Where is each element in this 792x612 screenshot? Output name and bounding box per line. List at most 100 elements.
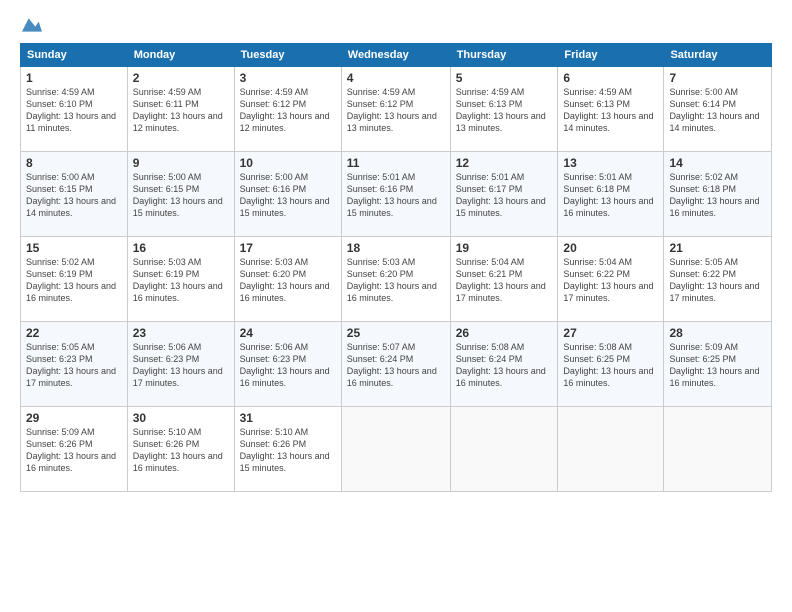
day-info: Sunrise: 5:08 AMSunset: 6:25 PMDaylight:…: [563, 342, 653, 388]
table-row: 5 Sunrise: 4:59 AMSunset: 6:13 PMDayligh…: [450, 67, 558, 152]
table-row: 8 Sunrise: 5:00 AMSunset: 6:15 PMDayligh…: [21, 152, 128, 237]
calendar-week-row: 29 Sunrise: 5:09 AMSunset: 6:26 PMDaylig…: [21, 407, 772, 492]
day-info: Sunrise: 5:07 AMSunset: 6:24 PMDaylight:…: [347, 342, 437, 388]
day-number: 7: [669, 71, 766, 85]
table-row: 11 Sunrise: 5:01 AMSunset: 6:16 PMDaylig…: [341, 152, 450, 237]
table-row: 18 Sunrise: 5:03 AMSunset: 6:20 PMDaylig…: [341, 237, 450, 322]
day-info: Sunrise: 4:59 AMSunset: 6:11 PMDaylight:…: [133, 87, 223, 133]
day-info: Sunrise: 5:06 AMSunset: 6:23 PMDaylight:…: [133, 342, 223, 388]
day-info: Sunrise: 5:00 AMSunset: 6:16 PMDaylight:…: [240, 172, 330, 218]
table-row: 22 Sunrise: 5:05 AMSunset: 6:23 PMDaylig…: [21, 322, 128, 407]
table-row: 30 Sunrise: 5:10 AMSunset: 6:26 PMDaylig…: [127, 407, 234, 492]
day-info: Sunrise: 5:03 AMSunset: 6:20 PMDaylight:…: [347, 257, 437, 303]
day-number: 28: [669, 326, 766, 340]
table-row: [341, 407, 450, 492]
table-row: 1 Sunrise: 4:59 AMSunset: 6:10 PMDayligh…: [21, 67, 128, 152]
table-row: [450, 407, 558, 492]
day-number: 11: [347, 156, 445, 170]
table-row: 16 Sunrise: 5:03 AMSunset: 6:19 PMDaylig…: [127, 237, 234, 322]
day-number: 2: [133, 71, 229, 85]
table-row: 20 Sunrise: 5:04 AMSunset: 6:22 PMDaylig…: [558, 237, 664, 322]
table-row: 15 Sunrise: 5:02 AMSunset: 6:19 PMDaylig…: [21, 237, 128, 322]
day-number: 22: [26, 326, 122, 340]
calendar-table: Sunday Monday Tuesday Wednesday Thursday…: [20, 43, 772, 492]
table-row: 14 Sunrise: 5:02 AMSunset: 6:18 PMDaylig…: [664, 152, 772, 237]
day-number: 24: [240, 326, 336, 340]
day-number: 1: [26, 71, 122, 85]
col-monday: Monday: [127, 44, 234, 67]
calendar-week-row: 1 Sunrise: 4:59 AMSunset: 6:10 PMDayligh…: [21, 67, 772, 152]
day-info: Sunrise: 5:00 AMSunset: 6:15 PMDaylight:…: [133, 172, 223, 218]
page-container: Sunday Monday Tuesday Wednesday Thursday…: [0, 0, 792, 612]
day-number: 25: [347, 326, 445, 340]
day-number: 29: [26, 411, 122, 425]
logo: [20, 15, 42, 35]
day-number: 19: [456, 241, 553, 255]
day-number: 8: [26, 156, 122, 170]
day-number: 17: [240, 241, 336, 255]
table-row: 10 Sunrise: 5:00 AMSunset: 6:16 PMDaylig…: [234, 152, 341, 237]
table-row: 3 Sunrise: 4:59 AMSunset: 6:12 PMDayligh…: [234, 67, 341, 152]
page-header: [20, 15, 772, 35]
day-number: 4: [347, 71, 445, 85]
day-number: 30: [133, 411, 229, 425]
table-row: 31 Sunrise: 5:10 AMSunset: 6:26 PMDaylig…: [234, 407, 341, 492]
day-info: Sunrise: 5:05 AMSunset: 6:23 PMDaylight:…: [26, 342, 116, 388]
table-row: 13 Sunrise: 5:01 AMSunset: 6:18 PMDaylig…: [558, 152, 664, 237]
table-row: 25 Sunrise: 5:07 AMSunset: 6:24 PMDaylig…: [341, 322, 450, 407]
calendar-week-row: 22 Sunrise: 5:05 AMSunset: 6:23 PMDaylig…: [21, 322, 772, 407]
day-info: Sunrise: 5:08 AMSunset: 6:24 PMDaylight:…: [456, 342, 546, 388]
day-info: Sunrise: 5:00 AMSunset: 6:15 PMDaylight:…: [26, 172, 116, 218]
table-row: 12 Sunrise: 5:01 AMSunset: 6:17 PMDaylig…: [450, 152, 558, 237]
table-row: 21 Sunrise: 5:05 AMSunset: 6:22 PMDaylig…: [664, 237, 772, 322]
day-info: Sunrise: 4:59 AMSunset: 6:13 PMDaylight:…: [563, 87, 653, 133]
table-row: 23 Sunrise: 5:06 AMSunset: 6:23 PMDaylig…: [127, 322, 234, 407]
day-number: 20: [563, 241, 658, 255]
day-info: Sunrise: 5:01 AMSunset: 6:18 PMDaylight:…: [563, 172, 653, 218]
day-number: 21: [669, 241, 766, 255]
day-info: Sunrise: 5:04 AMSunset: 6:22 PMDaylight:…: [563, 257, 653, 303]
col-wednesday: Wednesday: [341, 44, 450, 67]
day-number: 23: [133, 326, 229, 340]
table-row: 7 Sunrise: 5:00 AMSunset: 6:14 PMDayligh…: [664, 67, 772, 152]
day-info: Sunrise: 5:03 AMSunset: 6:20 PMDaylight:…: [240, 257, 330, 303]
calendar-week-row: 8 Sunrise: 5:00 AMSunset: 6:15 PMDayligh…: [21, 152, 772, 237]
col-saturday: Saturday: [664, 44, 772, 67]
logo-icon: [22, 15, 42, 35]
table-row: 2 Sunrise: 4:59 AMSunset: 6:11 PMDayligh…: [127, 67, 234, 152]
table-row: [558, 407, 664, 492]
day-number: 6: [563, 71, 658, 85]
day-number: 27: [563, 326, 658, 340]
day-number: 15: [26, 241, 122, 255]
table-row: 27 Sunrise: 5:08 AMSunset: 6:25 PMDaylig…: [558, 322, 664, 407]
table-row: 19 Sunrise: 5:04 AMSunset: 6:21 PMDaylig…: [450, 237, 558, 322]
day-number: 16: [133, 241, 229, 255]
table-row: [664, 407, 772, 492]
calendar-week-row: 15 Sunrise: 5:02 AMSunset: 6:19 PMDaylig…: [21, 237, 772, 322]
day-number: 13: [563, 156, 658, 170]
col-sunday: Sunday: [21, 44, 128, 67]
table-row: 6 Sunrise: 4:59 AMSunset: 6:13 PMDayligh…: [558, 67, 664, 152]
table-row: 29 Sunrise: 5:09 AMSunset: 6:26 PMDaylig…: [21, 407, 128, 492]
day-info: Sunrise: 5:04 AMSunset: 6:21 PMDaylight:…: [456, 257, 546, 303]
day-number: 5: [456, 71, 553, 85]
table-row: 17 Sunrise: 5:03 AMSunset: 6:20 PMDaylig…: [234, 237, 341, 322]
day-number: 9: [133, 156, 229, 170]
day-info: Sunrise: 5:02 AMSunset: 6:18 PMDaylight:…: [669, 172, 759, 218]
table-row: 9 Sunrise: 5:00 AMSunset: 6:15 PMDayligh…: [127, 152, 234, 237]
day-info: Sunrise: 5:06 AMSunset: 6:23 PMDaylight:…: [240, 342, 330, 388]
day-info: Sunrise: 5:10 AMSunset: 6:26 PMDaylight:…: [240, 427, 330, 473]
day-number: 14: [669, 156, 766, 170]
day-info: Sunrise: 4:59 AMSunset: 6:12 PMDaylight:…: [240, 87, 330, 133]
day-info: Sunrise: 5:00 AMSunset: 6:14 PMDaylight:…: [669, 87, 759, 133]
day-info: Sunrise: 5:01 AMSunset: 6:17 PMDaylight:…: [456, 172, 546, 218]
col-thursday: Thursday: [450, 44, 558, 67]
calendar-header-row: Sunday Monday Tuesday Wednesday Thursday…: [21, 44, 772, 67]
table-row: 26 Sunrise: 5:08 AMSunset: 6:24 PMDaylig…: [450, 322, 558, 407]
day-info: Sunrise: 4:59 AMSunset: 6:12 PMDaylight:…: [347, 87, 437, 133]
col-tuesday: Tuesday: [234, 44, 341, 67]
day-info: Sunrise: 5:02 AMSunset: 6:19 PMDaylight:…: [26, 257, 116, 303]
day-info: Sunrise: 4:59 AMSunset: 6:10 PMDaylight:…: [26, 87, 116, 133]
day-info: Sunrise: 5:09 AMSunset: 6:26 PMDaylight:…: [26, 427, 116, 473]
day-info: Sunrise: 4:59 AMSunset: 6:13 PMDaylight:…: [456, 87, 546, 133]
